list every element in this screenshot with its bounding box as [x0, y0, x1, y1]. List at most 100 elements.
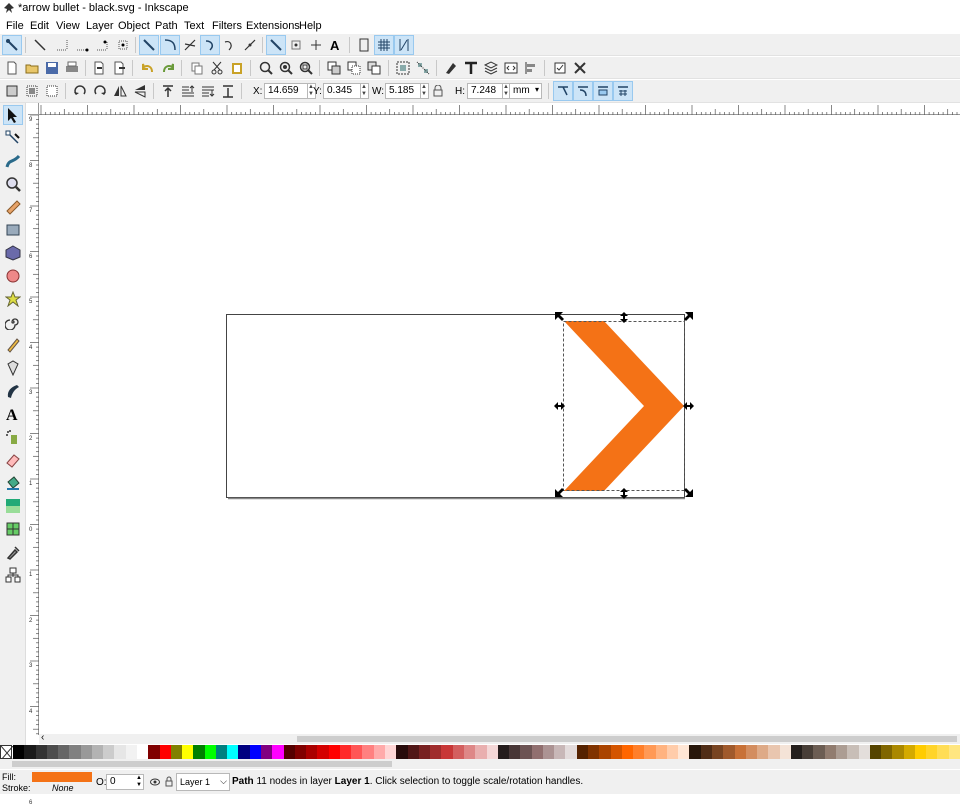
- document-properties-button[interactable]: [570, 58, 590, 78]
- color-swatch[interactable]: [91, 745, 104, 759]
- select-all-button[interactable]: [2, 81, 22, 101]
- snap-midpoints-button[interactable]: [240, 35, 260, 55]
- spray-tool-button[interactable]: [3, 427, 23, 447]
- color-swatch[interactable]: [13, 745, 25, 759]
- gradient-tool-button[interactable]: [3, 496, 23, 516]
- color-swatch[interactable]: [948, 745, 960, 759]
- star-tool-button[interactable]: [3, 289, 23, 309]
- color-swatch[interactable]: [847, 745, 860, 759]
- snap-page-border-button[interactable]: [354, 35, 374, 55]
- flip-horizontal-button[interactable]: [110, 81, 130, 101]
- color-swatch[interactable]: [576, 745, 589, 759]
- tweak-tool-button[interactable]: [3, 151, 23, 171]
- color-swatch[interactable]: [711, 745, 724, 759]
- snap-smooth-nodes-button[interactable]: [220, 35, 240, 55]
- color-swatch[interactable]: [317, 745, 330, 759]
- color-swatch[interactable]: [339, 745, 352, 759]
- raise-to-top-button[interactable]: [158, 81, 178, 101]
- preferences-button[interactable]: [550, 58, 570, 78]
- handle-bottom-right[interactable]: [684, 488, 693, 497]
- menu-path[interactable]: Path: [155, 20, 178, 32]
- paste-button[interactable]: [227, 58, 247, 78]
- zoom-drawing-button[interactable]: [276, 58, 296, 78]
- snap-bbox-center-button[interactable]: [113, 35, 133, 55]
- lower-to-bottom-button[interactable]: [218, 81, 238, 101]
- snap-bbox-button[interactable]: [30, 35, 50, 55]
- color-swatch[interactable]: [58, 745, 71, 759]
- pen-tool-button[interactable]: [3, 358, 23, 378]
- y-spinner[interactable]: ▲ ▼: [360, 83, 369, 99]
- color-swatch[interactable]: [463, 745, 476, 759]
- color-swatch[interactable]: [125, 745, 138, 759]
- color-swatch[interactable]: [418, 745, 431, 759]
- stroke-indicator[interactable]: None: [52, 783, 74, 793]
- color-swatch[interactable]: [407, 745, 420, 759]
- color-swatch[interactable]: [306, 745, 319, 759]
- deselect-button[interactable]: [42, 81, 62, 101]
- color-swatch[interactable]: [779, 745, 792, 759]
- ellipse-tool-button[interactable]: [3, 266, 23, 286]
- palette-scroll-thumb[interactable]: [12, 761, 392, 767]
- scrollbar-thumb[interactable]: [297, 736, 957, 742]
- horizontal-scrollbar[interactable]: ‹: [39, 732, 960, 744]
- color-swatch[interactable]: [486, 745, 499, 759]
- color-swatch[interactable]: [610, 745, 623, 759]
- unlink-clone-button[interactable]: [364, 58, 384, 78]
- color-swatch[interactable]: [599, 745, 612, 759]
- color-swatch[interactable]: [926, 745, 939, 759]
- menu-layer[interactable]: Layer: [86, 20, 114, 32]
- color-swatch[interactable]: [565, 745, 578, 759]
- scroll-left-icon[interactable]: ‹: [41, 732, 44, 743]
- lower-button[interactable]: [198, 81, 218, 101]
- opacity-input[interactable]: 0 ▲ ▼: [106, 774, 144, 790]
- rotate-ccw-button[interactable]: [70, 81, 90, 101]
- color-swatch[interactable]: [869, 745, 882, 759]
- color-swatch[interactable]: [272, 745, 285, 759]
- move-patterns-button[interactable]: [613, 81, 633, 101]
- w-input[interactable]: 5.185: [385, 83, 421, 99]
- fill-indicator[interactable]: [32, 772, 92, 782]
- snap-rotation-center-button[interactable]: [306, 35, 326, 55]
- color-swatch[interactable]: [745, 745, 758, 759]
- menu-text[interactable]: Text: [184, 20, 204, 32]
- color-swatch[interactable]: [835, 745, 848, 759]
- bucket-tool-button[interactable]: [3, 473, 23, 493]
- zoom-page-button[interactable]: [296, 58, 316, 78]
- color-swatch[interactable]: [621, 745, 634, 759]
- color-swatch[interactable]: [768, 745, 781, 759]
- no-paint-swatch[interactable]: [0, 745, 14, 761]
- color-swatch[interactable]: [148, 745, 161, 759]
- handle-top-right[interactable]: [684, 312, 693, 321]
- save-button[interactable]: [42, 58, 62, 78]
- color-swatch[interactable]: [283, 745, 296, 759]
- snap-cusp-nodes-button[interactable]: [200, 35, 220, 55]
- color-swatch[interactable]: [881, 745, 894, 759]
- color-swatch[interactable]: [69, 745, 82, 759]
- color-swatch[interactable]: [261, 745, 274, 759]
- flip-vertical-button[interactable]: [130, 81, 150, 101]
- group-button[interactable]: [393, 58, 413, 78]
- select-all-layers-button[interactable]: [22, 81, 42, 101]
- color-swatch[interactable]: [24, 745, 37, 759]
- color-swatch[interactable]: [689, 745, 702, 759]
- color-swatch[interactable]: [238, 745, 251, 759]
- eye-icon[interactable]: [150, 777, 160, 787]
- color-swatch[interactable]: [655, 745, 668, 759]
- color-swatch[interactable]: [385, 745, 398, 759]
- pencil-tool-button[interactable]: [3, 335, 23, 355]
- color-swatch[interactable]: [587, 745, 600, 759]
- color-swatch[interactable]: [193, 745, 206, 759]
- snap-bbox-midpoints-button[interactable]: [92, 35, 112, 55]
- menu-filters[interactable]: Filters: [212, 20, 242, 32]
- zoom-selection-button[interactable]: [256, 58, 276, 78]
- snap-others-button[interactable]: [266, 35, 286, 55]
- color-swatch[interactable]: [858, 745, 871, 759]
- scale-stroke-button[interactable]: [553, 81, 573, 101]
- layers-button[interactable]: [481, 58, 501, 78]
- color-swatch[interactable]: [362, 745, 375, 759]
- menu-object[interactable]: Object: [118, 20, 150, 32]
- color-swatch[interactable]: [644, 745, 657, 759]
- drawing-canvas[interactable]: [39, 116, 960, 734]
- color-swatch[interactable]: [757, 745, 770, 759]
- color-swatch[interactable]: [204, 745, 217, 759]
